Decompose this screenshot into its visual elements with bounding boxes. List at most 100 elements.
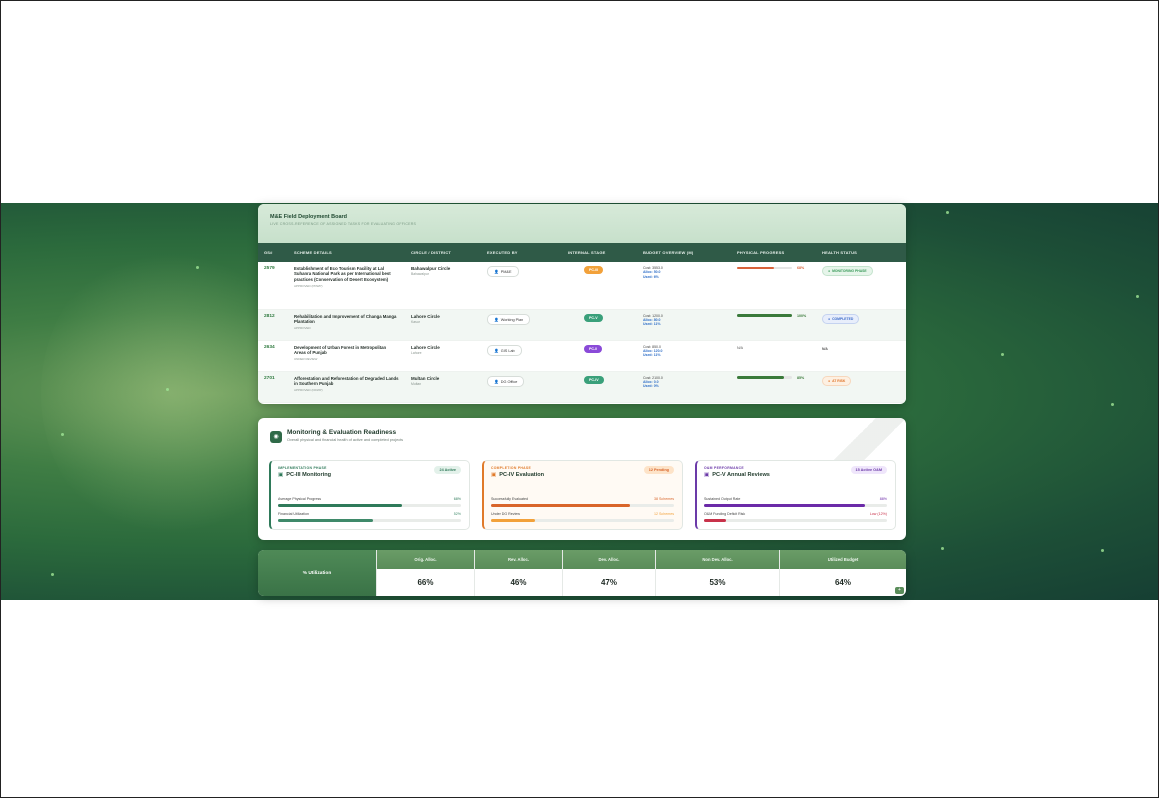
progress-fill — [737, 266, 775, 270]
metric-bar-fill — [491, 519, 535, 522]
scheme-name[interactable]: Development of Urban Forest in Metropoli… — [294, 345, 399, 356]
executor-label: Working Plan — [500, 317, 524, 322]
approval-status: UNDER REVIEW — [294, 357, 318, 362]
cell-stage: PC-III — [562, 262, 637, 310]
cell-progress: 68% — [731, 262, 816, 310]
cell-gs: 2634 — [258, 340, 288, 372]
progress-indicator: 85% — [737, 376, 810, 380]
field-deployment-board: M&E Field Deployment Board LIVE CROSS-RE… — [258, 204, 906, 404]
phase-card[interactable]: O&M PERFORMANCE ▣ PC-V Annual Reviews 15 Ac… — [695, 460, 896, 530]
table-row[interactable]: 2579 Establishment of Eco Tourism Facilit… — [258, 262, 906, 310]
metric-row: Average Physical Progress 68% — [278, 497, 461, 507]
utilization-column: Non Dev. Alloc. 53% — [655, 550, 779, 596]
column-header-scheme[interactable]: SCHEME DETAILS — [288, 243, 405, 262]
gs-number[interactable]: 2812 — [264, 314, 282, 319]
board-title: M&E Field Deployment Board — [270, 214, 348, 220]
particle-dot — [1101, 549, 1104, 552]
expand-icon[interactable]: + — [895, 587, 904, 594]
utilization-value: 66% — [417, 578, 434, 587]
progress-percent: 100% — [797, 313, 807, 318]
progress-fill — [737, 376, 784, 379]
cell-scheme: Development of Urban Forest in Metropoli… — [288, 340, 405, 372]
cell-stage: PC-IV — [562, 371, 637, 403]
user-icon: 👤 — [494, 317, 499, 322]
gs-number[interactable]: 2579 — [264, 266, 282, 271]
district-name: Multan — [411, 381, 422, 386]
readiness-icon: ◉ — [270, 431, 282, 443]
budget-overview: Cost: 3553.0 Alloc: 50.0 Used: 6% — [643, 266, 725, 279]
deployment-table: GS# SCHEME DETAILS CIRCLE / DISTRICT EXE… — [258, 243, 906, 403]
column-header-stage[interactable]: INTERNAL STAGE — [562, 243, 637, 262]
metric-bar — [704, 519, 887, 522]
executor-chip[interactable]: 👤 DG Office — [487, 375, 525, 387]
scheme-name[interactable]: Rehabilitation and Improvement of Changa… — [294, 314, 399, 325]
particle-dot — [1001, 353, 1004, 356]
health-badge: ● AT RISK — [822, 375, 852, 386]
metric-bar-fill — [491, 504, 631, 507]
metric-value: 52% — [453, 512, 461, 516]
metric-value: 68% — [453, 497, 461, 501]
phase-title-text: PC-IV Evaluation — [499, 472, 545, 478]
cell-health: N/A — [816, 340, 906, 372]
executor-chip[interactable]: 👤 GIS Lab — [487, 344, 522, 356]
budget-overview: Cost: 2100.0 Alloc: 0.0 Used: 0% — [643, 376, 725, 389]
cell-progress: 85% — [731, 371, 816, 403]
progress-indicator: 68% — [737, 266, 810, 270]
column-header-circle[interactable]: CIRCLE / DISTRICT — [405, 243, 481, 262]
cell-executed-by: 👤 PM&E — [481, 262, 562, 310]
scheme-name[interactable]: Establishment of Eco Tourism Facility at… — [294, 266, 399, 282]
metric-bar — [278, 519, 461, 522]
particle-dot — [1136, 295, 1139, 298]
status-dot-icon: ● — [828, 316, 831, 321]
cell-progress: N/A — [731, 340, 816, 372]
executor-chip[interactable]: 👤 PM&E — [487, 266, 519, 277]
metric-header: Successfully Evaluated 38 Schemes — [491, 497, 674, 501]
cell-health: ● COMPLETED — [816, 309, 906, 341]
cell-scheme: Afforestation and Reforestation of Degra… — [288, 371, 405, 403]
executor-chip[interactable]: 👤 Working Plan — [487, 313, 531, 325]
column-header-gs[interactable]: GS# — [258, 243, 288, 262]
column-header-progress[interactable]: PHYSICAL PROGRESS — [731, 243, 816, 262]
utilization-header: Dev. Alloc. — [563, 550, 655, 569]
metric-bar — [491, 504, 674, 507]
utilization-value: 46% — [510, 578, 527, 587]
phase-count-badge: 12 Pending — [643, 466, 674, 474]
column-header-executed-by[interactable]: EXECUTED BY — [481, 243, 562, 262]
metric-row: O&M Funding Deficit Risk Low (12%) — [704, 512, 887, 522]
progress-bar — [737, 376, 792, 379]
table-row[interactable]: 2812 Rehabilitation and Improvement of Ch… — [258, 309, 906, 341]
progress-bar — [737, 314, 792, 317]
user-icon: 👤 — [494, 270, 499, 274]
metric-header: Under DG Review 12 Schemes — [491, 512, 674, 516]
phase-title-text: PC-V Annual Reviews — [712, 472, 770, 478]
clipboard-icon: ▣ — [491, 472, 497, 478]
particle-dot — [166, 388, 169, 391]
column-header-health[interactable]: HEALTH STATUS — [816, 243, 906, 262]
gs-number[interactable]: 2701 — [264, 376, 282, 381]
stage-badge: PC-II — [584, 344, 603, 353]
district-name: Bahawalpur — [411, 272, 429, 276]
phase-card[interactable]: COMPLETION PHASE ▣ PC-IV Evaluation 12 Pend… — [482, 460, 683, 530]
table-header-row: GS# SCHEME DETAILS CIRCLE / DISTRICT EXE… — [258, 243, 906, 262]
cell-executed-by: 👤 DG Office — [481, 371, 562, 403]
scheme-name[interactable]: Afforestation and Reforestation of Degra… — [294, 376, 399, 387]
gs-number[interactable]: 2634 — [264, 345, 282, 350]
utilization-header: Rev. Alloc. — [475, 550, 562, 569]
metric-header: Financial Utilization 52% — [278, 512, 461, 516]
cell-gs: 2701 — [258, 371, 288, 403]
board-header: M&E Field Deployment Board LIVE CROSS-RE… — [258, 204, 906, 243]
cell-circle: Bahawalpur Circle Bahawalpur — [405, 262, 481, 310]
clipboard-icon: ▣ — [278, 472, 284, 478]
column-header-budget[interactable]: BUDGET OVERVIEW (M) — [637, 243, 731, 262]
progress-percent: 68% — [797, 266, 805, 270]
executor-label: PM&E — [500, 270, 512, 274]
cell-circle: Lahore Circle Kasur — [405, 309, 481, 341]
phase-card[interactable]: IMPLEMENTATION PHASE ▣ PC-III Monitoring 24… — [269, 460, 470, 530]
table-row[interactable]: 2634 Development of Urban Forest in Metro… — [258, 340, 906, 372]
approval-status: APPROVED (DDWP) — [294, 388, 323, 393]
table-row[interactable]: 2701 Afforestation and Reforestation of D… — [258, 371, 906, 403]
district-name: Kasur — [411, 319, 420, 324]
metric-value: 88% — [879, 497, 887, 501]
particle-dot — [1111, 403, 1114, 406]
progress-na: N/A — [737, 345, 743, 350]
